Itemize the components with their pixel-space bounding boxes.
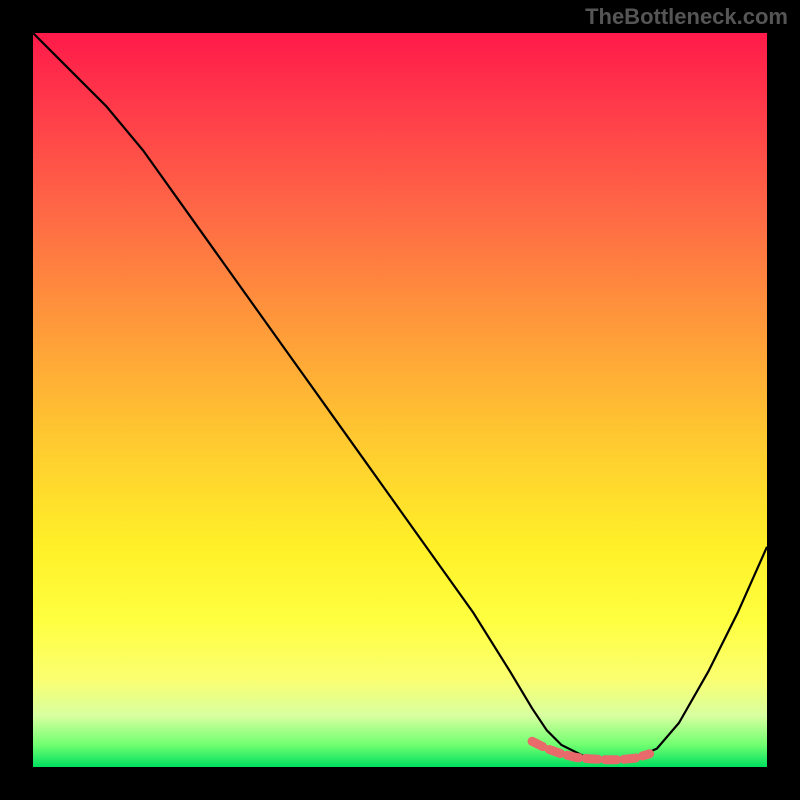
plot-area xyxy=(33,33,767,767)
chart-svg xyxy=(33,33,767,767)
attribution-text: TheBottleneck.com xyxy=(585,4,788,30)
highlight-segment xyxy=(532,741,650,759)
bottleneck-curve xyxy=(33,33,767,760)
